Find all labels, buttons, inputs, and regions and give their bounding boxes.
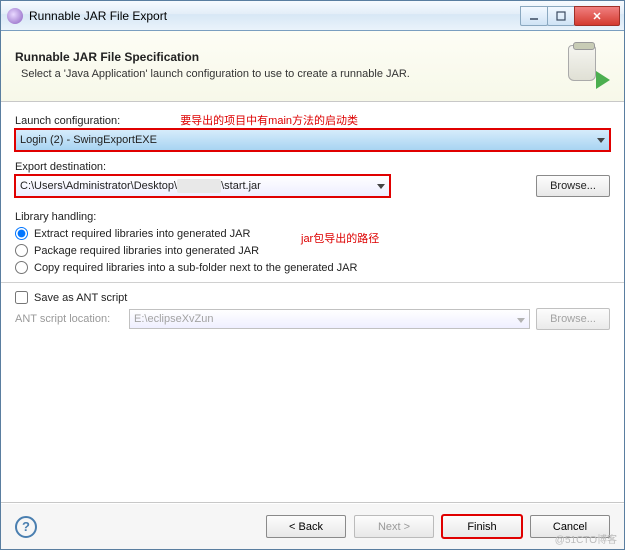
annotation-launch: 要导出的项目中有main方法的启动类 <box>180 112 358 128</box>
redacted-path <box>177 179 221 193</box>
next-button: Next > <box>354 515 434 538</box>
annotation-dest: jar包导出的路径 <box>301 230 379 246</box>
ant-location-combo: E:\eclipseXvZun <box>129 309 530 329</box>
watermark: @51CTO博客 <box>555 531 617 546</box>
banner-desc: Select a 'Java Application' launch confi… <box>21 68 562 80</box>
browse-dest-button[interactable]: Browse... <box>536 175 610 197</box>
lib-radio-copy[interactable] <box>15 261 28 274</box>
separator <box>1 282 624 283</box>
lib-radio-extract[interactable] <box>15 227 28 240</box>
jar-export-icon <box>562 41 610 89</box>
browse-ant-button: Browse... <box>536 308 610 330</box>
lib-radio-package[interactable] <box>15 244 28 257</box>
launch-config-value: Login (2) - SwingExportEXE <box>20 134 157 146</box>
footer: ? < Back Next > Finish Cancel <box>1 503 624 549</box>
help-button[interactable]: ? <box>15 516 37 538</box>
dialog-window: Runnable JAR File Export Runnable JAR Fi… <box>0 0 625 550</box>
maximize-button[interactable] <box>547 6 575 26</box>
chevron-down-icon <box>377 184 385 189</box>
minimize-button[interactable] <box>520 6 548 26</box>
app-icon <box>7 8 23 24</box>
lib-opt-copy[interactable]: Copy required libraries into a sub-folde… <box>15 261 610 274</box>
export-dest-combo[interactable]: C:\Users\Administrator\Desktop\\start.ja… <box>15 175 390 197</box>
save-ant-checkbox[interactable] <box>15 291 28 304</box>
titlebar[interactable]: Runnable JAR File Export <box>1 1 624 31</box>
launch-config-combo[interactable]: Login (2) - SwingExportEXE <box>15 129 610 151</box>
chevron-down-icon <box>597 138 605 143</box>
window-title: Runnable JAR File Export <box>29 9 521 23</box>
launch-config-label: Launch configuration: <box>15 115 120 127</box>
save-ant-row[interactable]: Save as ANT script <box>15 291 610 304</box>
chevron-down-icon <box>517 318 525 323</box>
library-handling-label: Library handling: <box>15 211 610 223</box>
banner-title: Runnable JAR File Specification <box>15 50 562 64</box>
export-dest-label: Export destination: <box>15 161 610 173</box>
close-button[interactable] <box>574 6 620 26</box>
back-button[interactable]: < Back <box>266 515 346 538</box>
ant-location-label: ANT script location: <box>15 313 123 325</box>
ant-location-value: E:\eclipseXvZun <box>134 313 213 325</box>
export-dest-value: C:\Users\Administrator\Desktop\\start.ja… <box>20 179 261 193</box>
finish-button[interactable]: Finish <box>442 515 522 538</box>
banner: Runnable JAR File Specification Select a… <box>1 31 624 102</box>
content-area: Launch configuration: 要导出的项目中有main方法的启动类… <box>1 102 624 502</box>
